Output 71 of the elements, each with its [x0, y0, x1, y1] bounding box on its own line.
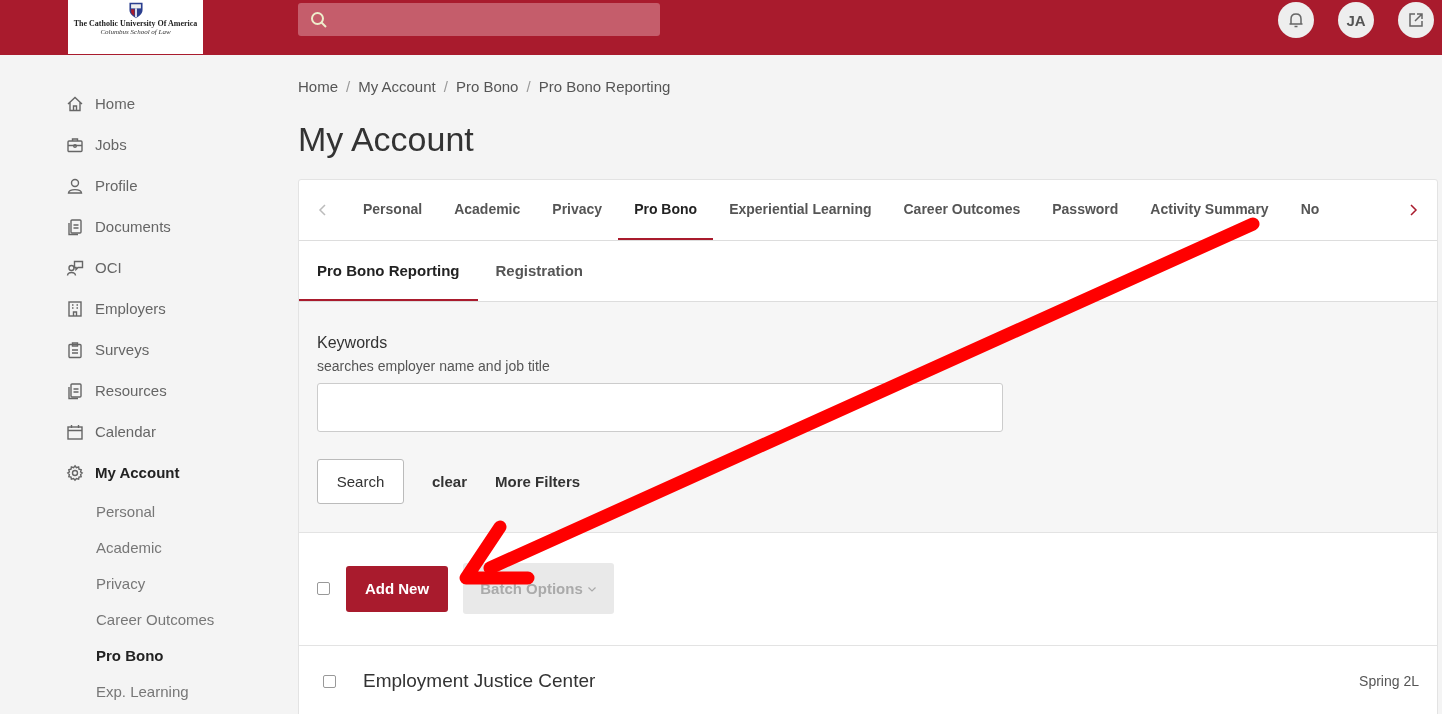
notifications-button[interactable] — [1278, 2, 1314, 38]
sidebar-item[interactable]: Jobs — [0, 124, 298, 165]
checkbox[interactable] — [317, 582, 330, 595]
breadcrumb-link[interactable]: Pro Bono — [455, 77, 519, 95]
sidebar-item[interactable]: Employers — [0, 288, 298, 329]
sidebar-label: Profile — [95, 177, 138, 194]
sidebar-label: Documents — [95, 218, 171, 235]
person-icon — [66, 176, 84, 195]
sidebar-subitem[interactable]: Exp. Learning — [0, 673, 298, 709]
tab[interactable]: Privacy — [536, 180, 619, 240]
more-filters-link[interactable]: More Filters — [495, 473, 581, 490]
bell-icon — [1287, 11, 1305, 29]
external-link-icon — [1407, 11, 1425, 29]
document-icon — [66, 217, 84, 236]
tab[interactable]: Career Outcomes — [887, 180, 1037, 240]
entry-term: Spring 2L — [1359, 673, 1419, 689]
building-icon — [66, 299, 84, 318]
sidebar-label: Calendar — [95, 423, 156, 440]
sidebar-subitem[interactable]: Pro Bono — [0, 637, 298, 673]
checkbox[interactable] — [323, 674, 336, 688]
sidebar-label: Home — [95, 95, 135, 112]
search-button[interactable]: Search — [317, 459, 404, 504]
clipboard-icon — [66, 340, 84, 359]
tab[interactable]: Experiential Learning — [713, 180, 888, 240]
settings-icon — [66, 463, 84, 482]
sidebar-item[interactable]: Calendar — [0, 411, 298, 452]
breadcrumb-link[interactable]: Home — [298, 77, 338, 95]
entry-title[interactable]: Employment Justice Center — [363, 670, 596, 692]
sidebar-label: My Account — [95, 464, 180, 481]
sidebar-item[interactable]: My Account — [0, 452, 298, 493]
search-icon — [310, 10, 328, 29]
sidebar-item[interactable]: Home — [0, 83, 298, 124]
page-title: My Account — [298, 119, 475, 160]
sidebar-subitem[interactable]: Personal — [0, 493, 298, 529]
sidebar-item[interactable]: Surveys — [0, 329, 298, 370]
breadcrumb-separator: / — [443, 77, 448, 95]
add-new-button[interactable]: Add New — [346, 565, 448, 612]
sidebar-label: Jobs — [95, 136, 127, 153]
breadcrumb-link[interactable]: My Account — [358, 77, 436, 95]
search-field[interactable] — [298, 3, 660, 36]
sidebar-subitem[interactable]: Academic — [0, 529, 298, 565]
tab[interactable]: Personal — [347, 180, 439, 240]
breadcrumb-separator: / — [346, 77, 351, 95]
subtab[interactable]: Registration — [477, 241, 601, 301]
tab[interactable]: No — [1284, 180, 1320, 240]
sidebar-subitem[interactable]: Privacy — [0, 565, 298, 601]
tab[interactable]: Academic — [438, 180, 537, 240]
interview-icon — [66, 258, 84, 277]
clear-link[interactable]: clear — [432, 473, 468, 490]
briefcase-icon — [66, 135, 84, 154]
sidebar-item[interactable]: Resources — [0, 370, 298, 411]
document-icon — [66, 381, 84, 400]
breadcrumb-separator: / — [526, 77, 531, 95]
sidebar-item[interactable]: Profile — [0, 165, 298, 206]
sidebar-label: Surveys — [95, 341, 150, 358]
tab[interactable]: Pro Bono — [618, 180, 714, 240]
sidebar-label: Resources — [95, 382, 167, 399]
sidebar-label: Employers — [95, 300, 166, 317]
sidebar-subitem[interactable]: Career Outcomes — [0, 601, 298, 637]
home-icon — [66, 94, 84, 113]
sidebar-item[interactable]: Documents — [0, 206, 298, 247]
sidebar-label: OCI — [95, 259, 122, 276]
calendar-icon — [66, 422, 84, 441]
external-link-button[interactable] — [1398, 2, 1434, 38]
keywords-field[interactable] — [317, 383, 1003, 432]
field-hint: searches employer name and job title — [317, 358, 551, 374]
tab[interactable]: Password — [1036, 180, 1135, 240]
field-label: Keywords — [317, 334, 389, 352]
sidebar-item[interactable]: OCI — [0, 247, 298, 288]
avatar-button[interactable]: JA — [1338, 2, 1374, 38]
tab[interactable]: Activity Summary — [1134, 180, 1285, 240]
